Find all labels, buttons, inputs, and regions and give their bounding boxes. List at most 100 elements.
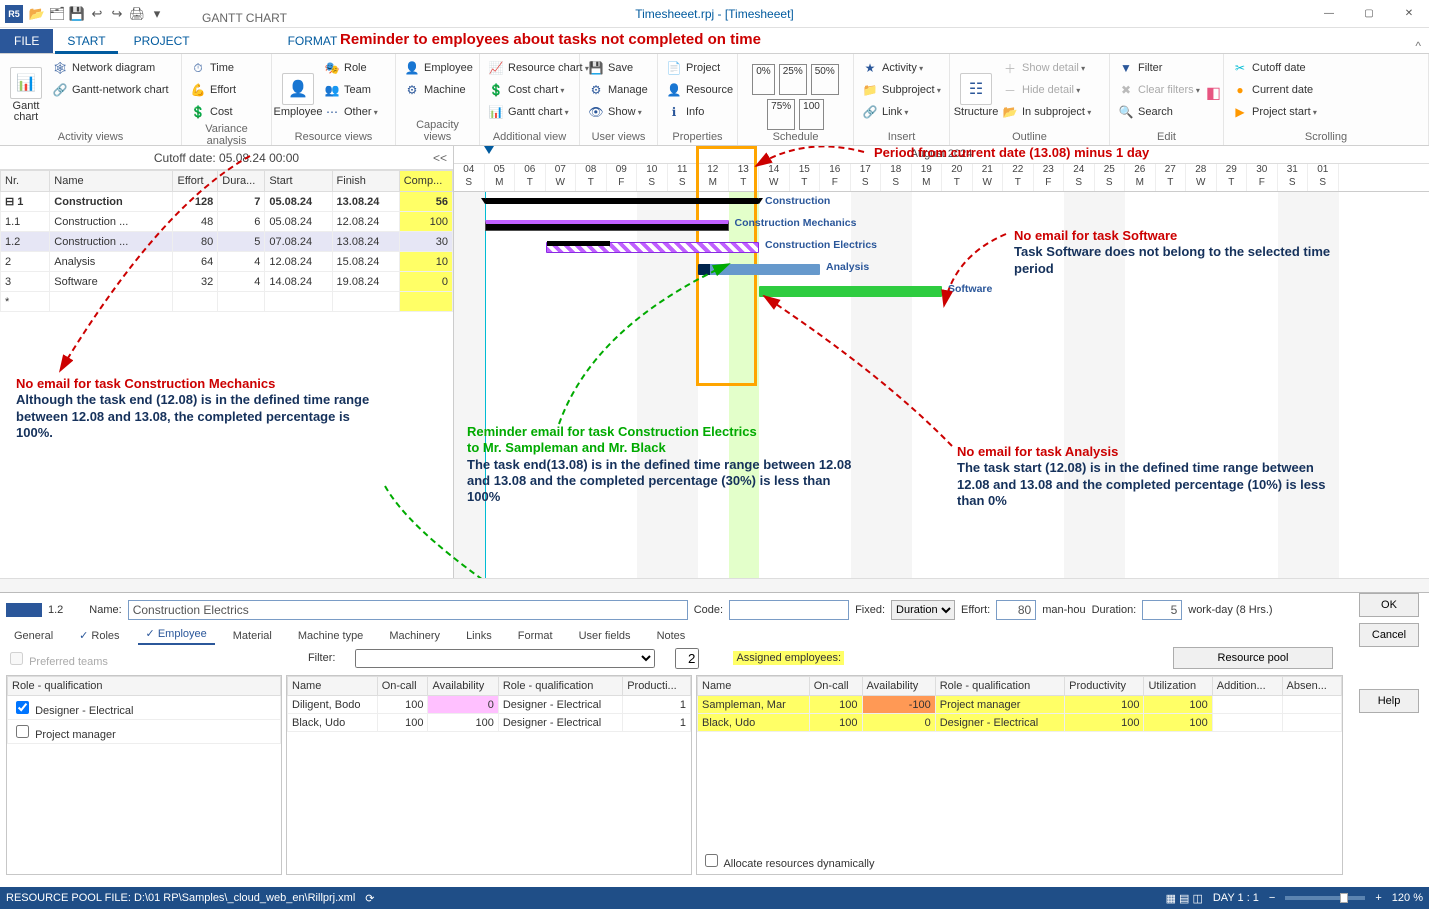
sched-icon[interactable]: 0%	[752, 64, 774, 95]
close-button[interactable]: ✕	[1389, 3, 1429, 25]
dtab-machinetype[interactable]: Machine type	[290, 627, 371, 645]
dtab-links[interactable]: Links	[458, 627, 500, 645]
ok-button[interactable]: OK	[1359, 593, 1419, 617]
table-row[interactable]: ⊟ 1Construction128705.08.2413.08.2456	[1, 192, 453, 212]
cap-machine-button[interactable]: ⚙Machine	[402, 80, 475, 100]
table-row[interactable]: 1.2Construction ...80507.08.2413.08.2430	[1, 232, 453, 252]
rq-row[interactable]: Project manager	[8, 720, 281, 744]
info-button[interactable]: ℹInfo	[664, 102, 735, 122]
list-item[interactable]: Black, Udo100100Designer - Electrical1	[288, 714, 691, 732]
mh-name[interactable]: Name	[288, 677, 378, 696]
effort-button[interactable]: 💪Effort	[188, 80, 238, 100]
sched-icon[interactable]: 25%	[779, 64, 807, 95]
mh-prod[interactable]: Producti...	[623, 677, 691, 696]
gantt-chart-button[interactable]: 📊Gantt chart	[6, 56, 46, 130]
cap-employee-button[interactable]: 👤Employee	[402, 58, 475, 78]
list-item[interactable]: Diligent, Bodo1000Designer - Electrical1	[288, 696, 691, 714]
rq-header[interactable]: Role - qualification	[8, 677, 281, 696]
tab-project[interactable]: PROJECT	[120, 29, 204, 53]
col-name[interactable]: Name	[50, 171, 173, 192]
qat-print-icon[interactable]: 🖨	[128, 5, 146, 23]
col-dur[interactable]: Dura...	[218, 171, 265, 192]
rh-util[interactable]: Utilization	[1144, 677, 1212, 696]
cost-button[interactable]: 💲Cost	[188, 102, 238, 122]
qat-folder-icon[interactable]: 🗂	[48, 5, 66, 23]
resource-chart-button[interactable]: 📈Resource chart	[486, 58, 591, 78]
zoom-slider[interactable]	[1340, 893, 1348, 903]
list-item[interactable]: Sampleman, Mar100-100Project manager1001…	[698, 696, 1342, 714]
dtab-machinery[interactable]: Machinery	[381, 627, 448, 645]
rh-abs[interactable]: Absen...	[1282, 677, 1342, 696]
structure-button[interactable]: ☷Structure	[956, 56, 996, 130]
employee-view-button[interactable]: 👤Employee	[278, 56, 318, 130]
code-input[interactable]	[729, 600, 849, 620]
dtab-roles[interactable]: Roles	[71, 626, 127, 645]
fixed-select[interactable]: Duration	[891, 600, 955, 620]
rh-avail[interactable]: Availability	[862, 677, 935, 696]
project-start-button[interactable]: ▶Project start	[1230, 102, 1319, 122]
other-button[interactable]: ⋯Other	[322, 102, 380, 122]
zoom-out-icon[interactable]: −	[1269, 892, 1275, 904]
cutoff-date-button[interactable]: ✂Cutoff date	[1230, 58, 1319, 78]
help-button[interactable]: Help	[1359, 689, 1419, 713]
tab-start[interactable]: START	[53, 29, 119, 53]
allocate-check[interactable]	[705, 854, 718, 867]
qat-save-icon[interactable]: 💾	[68, 5, 86, 23]
qat-open-icon[interactable]: 📂	[28, 5, 46, 23]
col-finish[interactable]: Finish	[332, 171, 399, 192]
col-comp[interactable]: Comp...	[399, 171, 452, 192]
view-icons[interactable]: ▦ ▤ ◫	[1166, 892, 1203, 905]
rq2-check[interactable]	[16, 725, 29, 738]
gantt-bar[interactable]	[546, 242, 760, 253]
dtab-notes[interactable]: Notes	[649, 627, 694, 645]
current-date-button[interactable]: ●Current date	[1230, 80, 1319, 100]
rh-name[interactable]: Name	[698, 677, 810, 696]
effort-input[interactable]	[996, 600, 1036, 620]
resource-prop-button[interactable]: 👤Resource	[664, 80, 735, 100]
show-view-button[interactable]: 👁Show	[586, 102, 650, 122]
search-button[interactable]: 🔍Search	[1116, 102, 1202, 122]
rq1-check[interactable]	[16, 701, 29, 714]
rh-rq[interactable]: Role - qualification	[935, 677, 1064, 696]
role-button[interactable]: 🎭Role	[322, 58, 380, 78]
col-nr[interactable]: Nr.	[1, 171, 50, 192]
subproject-button[interactable]: 📁Subproject	[860, 80, 943, 100]
manage-view-button[interactable]: ⚙Manage	[586, 80, 650, 100]
filter-button[interactable]: ▼Filter	[1116, 58, 1202, 78]
dtab-employee[interactable]: Employee	[138, 624, 215, 645]
gantt-pane[interactable]: August 2024 0405060708091011121314151617…	[454, 146, 1429, 578]
cancel-button[interactable]: Cancel	[1359, 623, 1419, 647]
gantt-bar[interactable]	[485, 198, 760, 204]
sched-icon[interactable]: 75%	[767, 99, 795, 130]
task-table[interactable]: Nr. Name Effort Dura... Start Finish Com…	[0, 170, 453, 312]
table-row[interactable]: *	[1, 292, 453, 312]
filter-select[interactable]	[355, 649, 655, 668]
sched-icon[interactable]: 100	[799, 99, 824, 130]
list-item[interactable]: Black, Udo1000Designer - Electrical10010…	[698, 714, 1342, 732]
col-effort[interactable]: Effort	[173, 171, 218, 192]
in-subproject-button[interactable]: 📂In subproject	[1000, 102, 1093, 122]
team-button[interactable]: 👥Team	[322, 80, 380, 100]
zoom-in-icon[interactable]: +	[1375, 892, 1381, 904]
table-row[interactable]: 3Software32414.08.2419.08.240	[1, 272, 453, 292]
rh-oncall[interactable]: On-call	[809, 677, 862, 696]
qat-redo-icon[interactable]: ↪	[108, 5, 126, 23]
eraser-icon[interactable]: ◧	[1206, 83, 1221, 103]
mh-avail[interactable]: Availability	[428, 677, 498, 696]
clear-filters-button[interactable]: ✖Clear filters	[1116, 80, 1202, 100]
table-row[interactable]: 1.1Construction ...48605.08.2412.08.2410…	[1, 212, 453, 232]
gantt-bar[interactable]	[759, 286, 942, 297]
qat-undo-icon[interactable]: ↩	[88, 5, 106, 23]
maximize-button[interactable]: ▢	[1349, 3, 1389, 25]
mh-rq[interactable]: Role - qualification	[498, 677, 622, 696]
gantt-bar[interactable]	[485, 220, 729, 231]
tab-file[interactable]: FILE	[0, 29, 53, 53]
show-detail-button[interactable]: ＋Show detail	[1000, 58, 1093, 78]
name-input[interactable]	[128, 600, 688, 620]
filter-count[interactable]	[675, 648, 699, 669]
table-row[interactable]: 2Analysis64412.08.2415.08.2410	[1, 252, 453, 272]
gantt-bar[interactable]	[698, 264, 820, 275]
save-view-button[interactable]: 💾Save	[586, 58, 650, 78]
resource-pool-button[interactable]: Resource pool	[1173, 647, 1333, 669]
cost-chart-button[interactable]: 💲Cost chart	[486, 80, 591, 100]
